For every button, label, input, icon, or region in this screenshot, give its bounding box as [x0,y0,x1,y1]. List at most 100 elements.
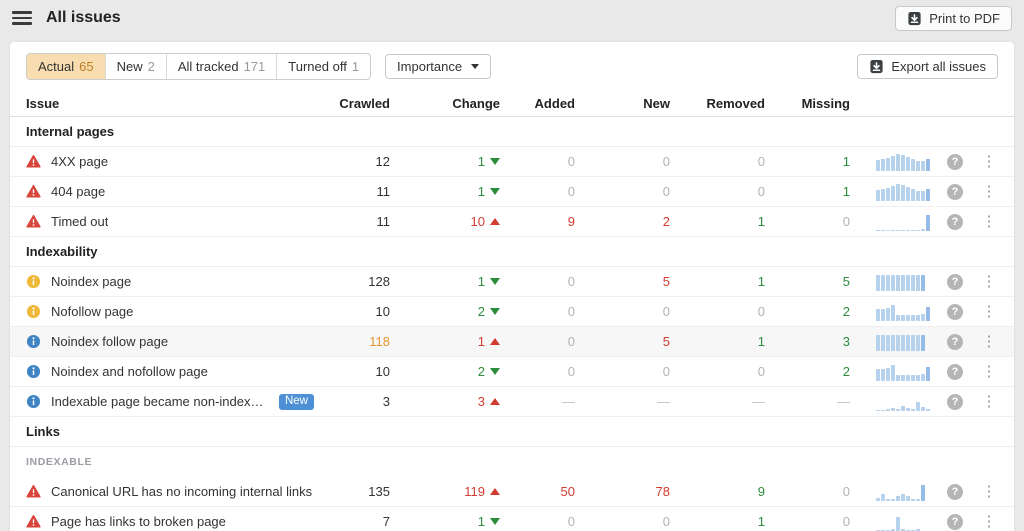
kebab-menu-icon[interactable]: ⋮ [978,302,1001,321]
importance-label: Importance [397,59,462,74]
removed-value: 1 [670,274,765,289]
section-header-indexability: Indexability [10,237,1014,267]
issue-label: Noindex page [51,274,131,289]
issue-row-page-has-links-to-broken-page[interactable]: Page has links to broken page7 1 0010?⋮ [10,507,1014,531]
help-icon[interactable]: ? [947,214,963,230]
added-value: 0 [500,184,575,199]
added-value: — [500,394,575,409]
section-header-internal-pages: Internal pages [10,117,1014,147]
trend-up-arrow-icon [490,488,500,495]
tab-all-tracked[interactable]: All tracked171 [166,54,276,79]
issue-row-nofollow-page[interactable]: Nofollow page10 2 0002?⋮ [10,297,1014,327]
kebab-menu-icon[interactable]: ⋮ [978,272,1001,291]
kebab-menu-icon[interactable]: ⋮ [978,392,1001,411]
crawled-value: 118 [320,334,390,349]
warning-icon [26,514,41,529]
change-value: 1 [390,184,500,199]
kebab-menu-icon[interactable]: ⋮ [978,362,1001,381]
crawled-value: 128 [320,274,390,289]
help-icon[interactable]: ? [947,184,963,200]
issue-row-indexable-page-became-non-indexable[interactable]: Indexable page became non-indexableNew3 … [10,387,1014,417]
tab-label: Actual [38,59,74,74]
change-value: 1 [390,274,500,289]
section-header-links: Links [10,417,1014,447]
help-icon[interactable]: ? [947,364,963,380]
help-icon[interactable]: ? [947,154,963,170]
crawled-value: 10 [320,364,390,379]
crawled-value: 7 [320,514,390,529]
tab-label: All tracked [178,59,239,74]
hamburger-menu-icon[interactable] [12,9,32,26]
kebab-menu-icon[interactable]: ⋮ [978,482,1001,501]
crawled-value: 135 [320,484,390,499]
issue-name-cell: Nofollow page [26,304,320,319]
trend-down-arrow-icon [490,368,500,375]
new-value: 2 [575,214,670,229]
info-blue-icon [26,394,41,409]
crawled-value: 12 [320,154,390,169]
missing-value: 1 [765,184,850,199]
added-value: 0 [500,304,575,319]
issue-row-timed-out[interactable]: Timed out11 10 9210?⋮ [10,207,1014,237]
help-icon[interactable]: ? [947,274,963,290]
importance-dropdown[interactable]: Importance [385,54,491,79]
issue-name-cell: Noindex and nofollow page [26,364,320,379]
issue-row-4xx-page[interactable]: 4XX page12 1 0001?⋮ [10,147,1014,177]
trend-down-arrow-icon [490,158,500,165]
issue-name-cell: Timed out [26,214,320,229]
issue-name-cell: Canonical URL has no incoming internal l… [26,484,320,499]
issue-label: Indexable page became non-indexable [51,394,269,409]
crawled-value: 10 [320,304,390,319]
help-icon[interactable]: ? [947,484,963,500]
kebab-menu-icon[interactable]: ⋮ [978,212,1001,231]
new-badge: New [279,394,314,410]
issue-name-cell: 404 page [26,184,320,199]
change-value: 119 [390,484,500,499]
trend-up-arrow-icon [490,218,500,225]
help-icon[interactable]: ? [947,304,963,320]
tab-count: 1 [352,59,359,74]
history-sparkline [850,272,936,291]
help-icon[interactable]: ? [947,394,963,410]
issue-row-canonical-url-has-no-incoming-internal-links[interactable]: Canonical URL has no incoming internal l… [10,477,1014,507]
column-header-issue: Issue [26,96,320,111]
tab-turned-off[interactable]: Turned off1 [276,54,370,79]
new-value: 5 [575,334,670,349]
issue-name-cell: Noindex follow page [26,334,320,349]
help-icon[interactable]: ? [947,514,963,530]
filter-toolbar: Actual65New2All tracked171Turned off1 Im… [10,42,1014,90]
warning-icon [26,184,41,199]
kebab-menu-icon[interactable]: ⋮ [978,512,1001,531]
all-issues-card: Actual65New2All tracked171Turned off1 Im… [10,42,1014,531]
trend-up-arrow-icon [490,338,500,345]
issue-row-noindex-page[interactable]: Noindex page128 1 0515?⋮ [10,267,1014,297]
tab-new[interactable]: New2 [105,54,166,79]
warning-icon [26,214,41,229]
kebab-menu-icon[interactable]: ⋮ [978,152,1001,171]
export-all-issues-button[interactable]: Export all issues [857,54,998,79]
added-value: 0 [500,334,575,349]
column-header-new: New [575,96,670,111]
removed-value: 1 [670,214,765,229]
new-value: 0 [575,154,670,169]
added-value: 0 [500,514,575,529]
help-icon[interactable]: ? [947,334,963,350]
column-header-added: Added [500,96,575,111]
issue-row-noindex-and-nofollow-page[interactable]: Noindex and nofollow page10 2 0002?⋮ [10,357,1014,387]
new-value: 78 [575,484,670,499]
history-sparkline [850,512,936,531]
top-bar: All issues Print to PDF [0,0,1024,36]
issue-row-noindex-follow-page[interactable]: Noindex follow page118 1 0513?⋮ [10,327,1014,357]
print-to-pdf-button[interactable]: Print to PDF [895,6,1012,31]
missing-value: 0 [765,514,850,529]
kebab-menu-icon[interactable]: ⋮ [978,182,1001,201]
issue-row-404-page[interactable]: 404 page11 1 0001?⋮ [10,177,1014,207]
issue-label: Timed out [51,214,108,229]
crawled-value: 11 [320,214,390,229]
document-download-icon [907,11,922,26]
tab-actual[interactable]: Actual65 [27,54,105,79]
kebab-menu-icon[interactable]: ⋮ [978,332,1001,351]
missing-value: 1 [765,154,850,169]
new-value: 0 [575,184,670,199]
crawled-value: 11 [320,184,390,199]
